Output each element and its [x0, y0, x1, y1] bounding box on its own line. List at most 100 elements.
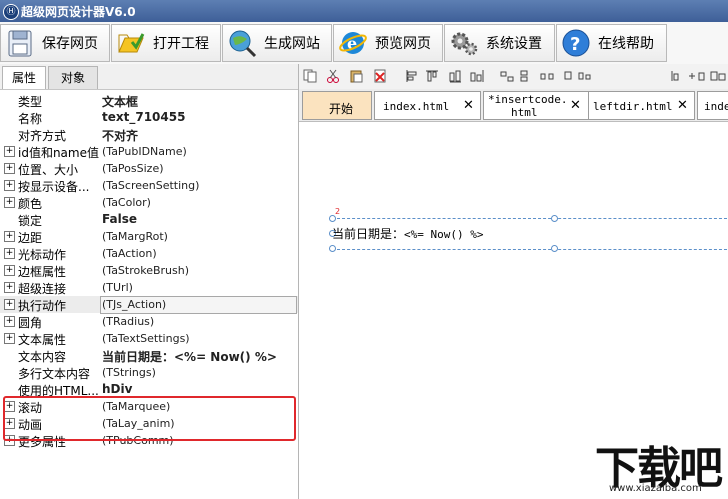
globe-search-icon: [229, 30, 257, 58]
property-row[interactable]: + 边距 (TaMargRot): [0, 228, 298, 245]
property-value: text_710455: [102, 110, 186, 124]
cut-icon[interactable]: [326, 69, 340, 83]
generate-site-button[interactable]: 生成网站: [222, 24, 332, 62]
property-row[interactable]: + 位置、大小 (TaPosSize): [0, 160, 298, 177]
property-row[interactable]: + 圆角 (TRadius): [0, 313, 298, 330]
property-name: 超级连接: [18, 282, 67, 296]
property-value: hDiv: [102, 382, 133, 396]
doc-tab-leftdir[interactable]: leftdir.html ✕: [588, 91, 695, 120]
canvas-text: 当前日期是：<%= Now() %>: [332, 225, 484, 242]
system-settings-button[interactable]: 系统设置: [444, 24, 555, 62]
property-row[interactable]: + 光标动作 (TaAction): [0, 245, 298, 262]
save-icon: [8, 30, 32, 57]
close-icon[interactable]: ✕: [570, 98, 581, 113]
property-row[interactable]: + 文本属性 (TaTextSettings): [0, 330, 298, 347]
online-help-label: 在线帮助: [598, 36, 654, 52]
property-panel: 属性 对象 类型 文本框 名称 text_710455 对齐方式 不对齐 + id值和name…: [0, 64, 299, 499]
property-name: 执行动作: [18, 299, 67, 313]
resize-handle[interactable]: [551, 215, 558, 222]
property-value: 不对齐: [102, 129, 139, 143]
align-center-icons[interactable]: [449, 69, 489, 83]
property-value: (TaPosSize): [102, 162, 164, 175]
property-name: id值和name值: [18, 146, 99, 160]
property-row[interactable]: 名称 text_710455: [0, 109, 298, 126]
expand-icon[interactable]: +: [4, 333, 15, 344]
expand-icon[interactable]: +: [4, 180, 15, 191]
doc-tab-inde[interactable]: inde: [697, 91, 728, 120]
property-value: 当前日期是：<%= Now() %>: [102, 350, 277, 364]
app-icon: Ⓗ: [3, 4, 19, 20]
property-row[interactable]: + 颜色 (TaColor): [0, 194, 298, 211]
close-icon[interactable]: ✕: [677, 98, 688, 113]
document-tabs: 开始 index.html ✕ *insertcode. html ✕ left…: [299, 89, 728, 122]
watermark: 下载吧 www.xiazaiba.com: [593, 438, 728, 499]
align-left-icon[interactable]: [405, 69, 419, 83]
property-row[interactable]: 类型 文本框: [0, 92, 298, 109]
expand-icon[interactable]: +: [4, 316, 15, 327]
copy-icon[interactable]: [303, 69, 317, 83]
property-value: (TaPubIDName): [102, 145, 187, 158]
expand-icon[interactable]: +: [4, 231, 15, 242]
property-value: (TRadius): [102, 315, 155, 328]
property-name: 名称: [18, 112, 43, 126]
resize-handle[interactable]: [329, 215, 336, 222]
window-title: 超级网页设计器V6.0: [21, 5, 136, 19]
paste-icon[interactable]: [349, 69, 363, 83]
resize-handle[interactable]: [551, 245, 558, 252]
property-name: 边框属性: [18, 265, 67, 279]
open-project-button[interactable]: 打开工程: [111, 24, 221, 62]
ie-browser-icon: e: [339, 32, 367, 54]
property-value: (TaTextSettings): [102, 332, 190, 345]
close-icon[interactable]: ✕: [463, 98, 474, 113]
property-row[interactable]: 文本内容 当前日期是：<%= Now() %>: [0, 347, 298, 364]
system-settings-label: 系统设置: [486, 36, 542, 52]
expand-icon[interactable]: +: [4, 163, 15, 174]
delete-icon[interactable]: [373, 69, 387, 83]
layer-order-icons[interactable]: [669, 69, 727, 83]
tab-properties[interactable]: 属性: [2, 66, 46, 89]
property-row[interactable]: + 超级连接 (TUrl): [0, 279, 298, 296]
save-page-label: 保存网页: [42, 36, 98, 52]
property-name: 类型: [18, 95, 43, 109]
property-name: 多行文本内容: [18, 367, 91, 381]
property-row[interactable]: + 执行动作 (TJs_Action): [0, 296, 298, 314]
expand-icon[interactable]: +: [4, 248, 15, 259]
folder-open-icon: [118, 33, 145, 53]
property-row[interactable]: 多行文本内容 (TStrings): [0, 364, 298, 381]
property-name: 锁定: [18, 214, 43, 228]
property-row[interactable]: + 边框属性 (TaStrokeBrush): [0, 262, 298, 279]
watermark-url: www.xiazaiba.com: [609, 483, 702, 494]
doc-tab-insertcode[interactable]: *insertcode. html ✕: [483, 91, 589, 120]
doc-tab-index[interactable]: index.html ✕: [374, 91, 481, 120]
property-row[interactable]: + id值和name值 (TaPubIDName): [0, 143, 298, 160]
expand-icon[interactable]: +: [4, 197, 15, 208]
expand-icon[interactable]: +: [4, 282, 15, 293]
expand-icon[interactable]: +: [4, 265, 15, 276]
resize-handle[interactable]: [329, 245, 336, 252]
preview-page-button[interactable]: e 预览网页: [333, 24, 443, 62]
tab-objects[interactable]: 对象: [48, 66, 98, 89]
property-name: 颜色: [18, 197, 43, 211]
anchor-marker: 2: [335, 207, 341, 216]
expand-icon[interactable]: +: [4, 299, 15, 310]
property-value: (TaMargRot): [102, 230, 168, 243]
generate-site-label: 生成网站: [264, 36, 320, 52]
property-name: 对齐方式: [18, 129, 67, 143]
property-name: 光标动作: [18, 248, 67, 262]
doc-tab-start[interactable]: 开始: [302, 91, 372, 120]
property-row[interactable]: + 按显示设备... (TaScreenSetting): [0, 177, 298, 194]
canvas-text-code: <%= Now() %>: [404, 228, 484, 241]
property-name: 按显示设备...: [18, 180, 90, 194]
editor-toolbar: [299, 64, 728, 89]
expand-icon[interactable]: +: [4, 146, 15, 157]
distribute-icons[interactable]: [499, 69, 599, 83]
property-value: (TaAction): [102, 247, 157, 260]
gears-icon: [451, 32, 478, 56]
property-row[interactable]: 对齐方式 不对齐: [0, 126, 298, 143]
align-top-icon[interactable]: [425, 69, 439, 83]
property-value: False: [102, 212, 137, 226]
property-value: (TaColor): [102, 196, 151, 209]
property-row[interactable]: 锁定 False: [0, 211, 298, 228]
online-help-button[interactable]: ? 在线帮助: [556, 24, 667, 62]
save-page-button[interactable]: 保存网页: [0, 24, 110, 62]
